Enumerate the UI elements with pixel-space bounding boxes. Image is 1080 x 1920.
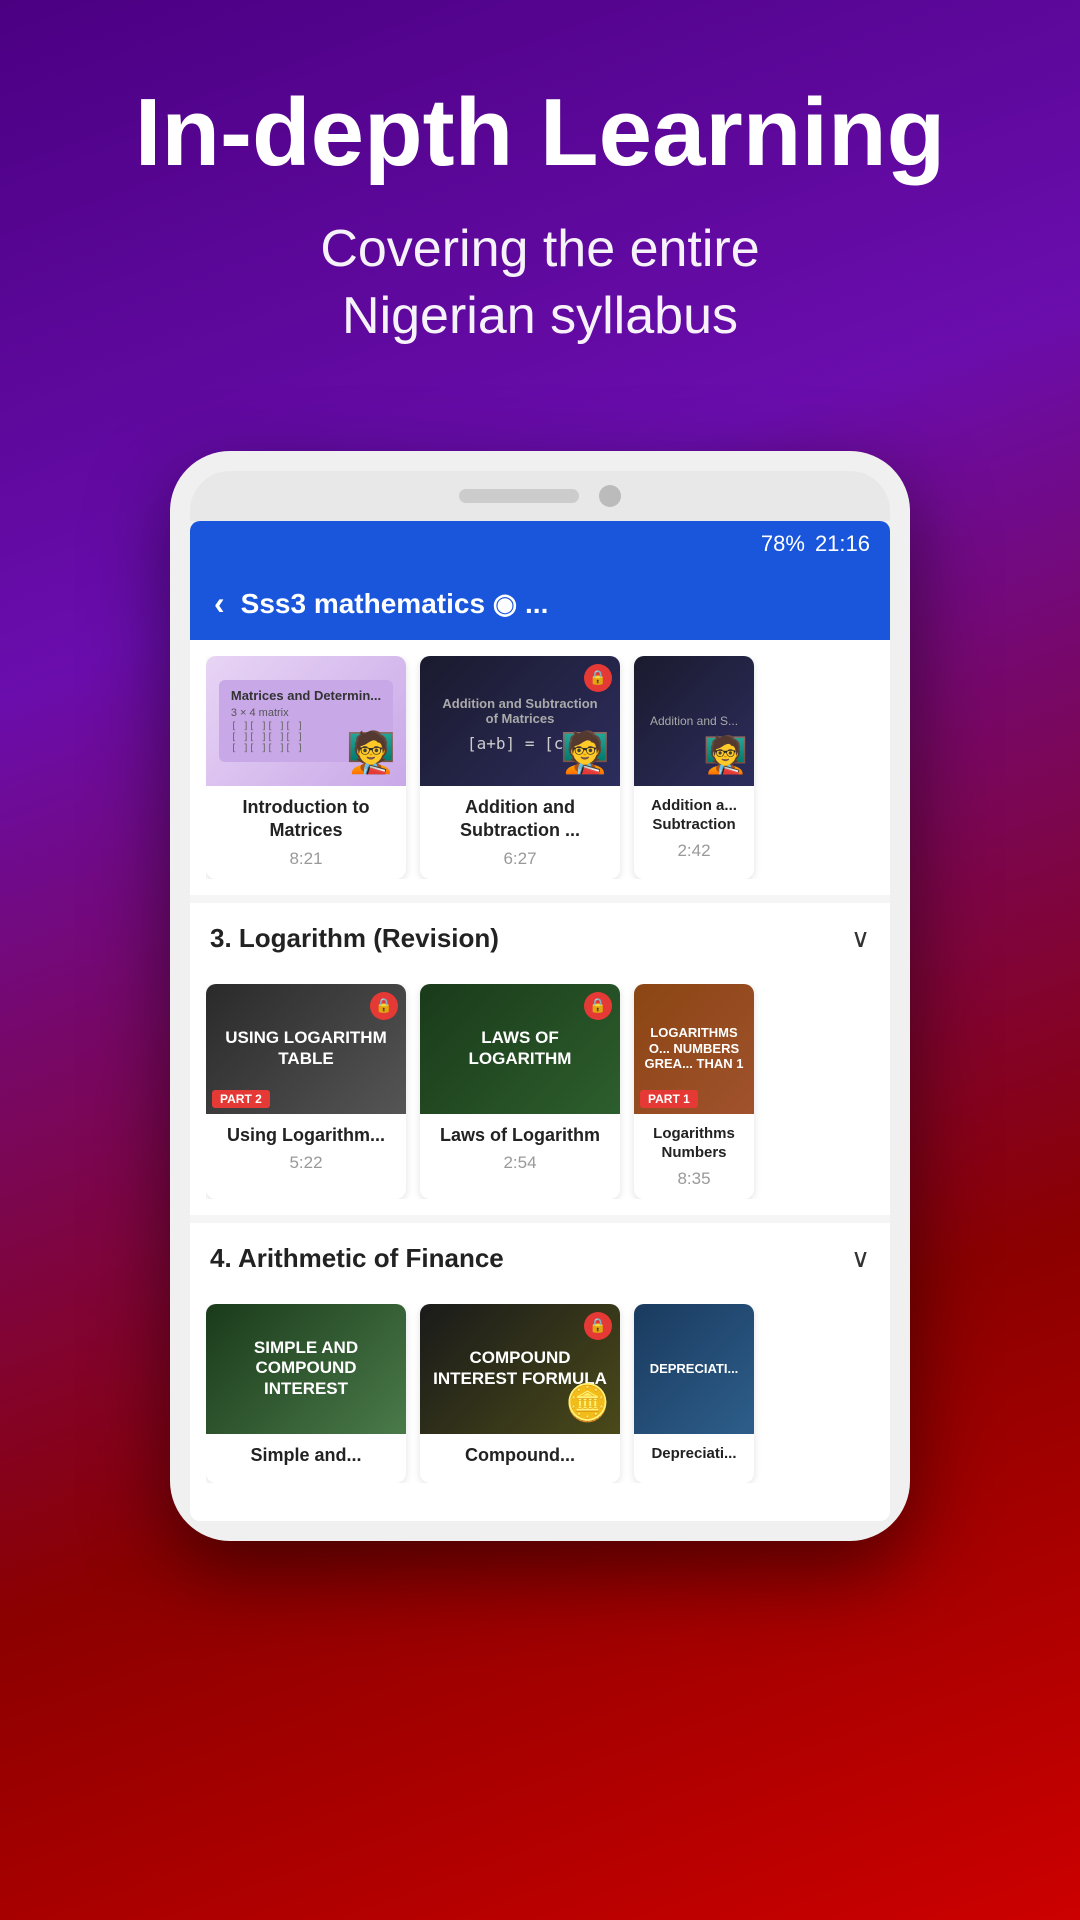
video-title-addition-2: Addition a... Subtraction	[646, 796, 742, 835]
thumb-text-depreciation: DEPRECIATI...	[642, 1353, 747, 1385]
video-title-intro-matrices: Introduction to Matrices	[218, 796, 394, 843]
phone-camera	[599, 485, 621, 507]
video-card-compound[interactable]: COMPOUND INTEREST FORMULA 🪙 🔒 Compound..…	[420, 1304, 620, 1483]
section-header-logarithm[interactable]: 3. Logarithm (Revision) ∨	[190, 895, 890, 968]
thumbnail-log-greater: LOGARITHMS O... NUMBERS GREA... THAN 1 P…	[634, 984, 754, 1114]
video-card-intro-matrices[interactable]: Matrices and Determin... 3 × 4 matrix [ …	[206, 656, 406, 879]
thumb-text-laws: LAWS OF LOGARITHM	[420, 1020, 620, 1077]
phone-notch	[190, 471, 890, 521]
video-info-addition-2: Addition a... Subtraction 2:42	[634, 786, 754, 871]
battery-status: 78%	[761, 531, 805, 557]
matrices-video-section: Matrices and Determin... 3 × 4 matrix [ …	[190, 640, 890, 895]
thumbnail-simple-compound: SIMPLE AND COMPOUND INTEREST	[206, 1304, 406, 1434]
time-status: 21:16	[815, 531, 870, 557]
nav-title: Sss3 mathematics ◉ ...	[241, 587, 866, 620]
logarithm-video-row: USING LOGARITHM TABLE 🔒 PART 2 Using Log…	[206, 984, 874, 1199]
video-card-log-greater[interactable]: LOGARITHMS O... NUMBERS GREA... THAN 1 P…	[634, 984, 754, 1199]
section-title-logarithm: 3. Logarithm (Revision)	[210, 923, 499, 954]
phone-mockup: 78% 21:16 ‹ Sss3 mathematics ◉ ... Ma	[0, 451, 1080, 1541]
video-title-compound: Compound...	[432, 1444, 608, 1467]
part-badge-using-log: PART 2	[212, 1090, 270, 1108]
video-duration-laws: 2:54	[432, 1153, 608, 1173]
video-info-compound: Compound...	[420, 1434, 620, 1483]
phone-speaker	[459, 489, 579, 503]
video-duration-addition: 6:27	[432, 849, 608, 869]
thumbnail-laws-log: LAWS OF LOGARITHM 🔒	[420, 984, 620, 1114]
video-duration-intro-matrices: 8:21	[218, 849, 394, 869]
video-card-depreciation[interactable]: DEPRECIATI... Depreciati...	[634, 1304, 754, 1483]
finance-video-section: SIMPLE AND COMPOUND INTEREST Simple and.…	[190, 1288, 890, 1499]
thumb-text-using-log: USING LOGARITHM TABLE	[206, 1020, 406, 1077]
video-card-addition-subtraction[interactable]: Addition and Subtractionof Matrices [a+b…	[420, 656, 620, 879]
depreciation-illustration: DEPRECIATI...	[634, 1304, 754, 1434]
video-title-laws: Laws of Logarithm	[432, 1124, 608, 1147]
back-button[interactable]: ‹	[214, 585, 225, 622]
video-title-log-greater: Logarithms Numbers	[646, 1124, 742, 1163]
video-card-using-log[interactable]: USING LOGARITHM TABLE 🔒 PART 2 Using Log…	[206, 984, 406, 1199]
video-card-addition-subtraction-2[interactable]: Addition and S... 🧑‍🏫 Addition a... Subt…	[634, 656, 754, 879]
video-title-using-log: Using Logarithm...	[218, 1124, 394, 1147]
video-info-laws: Laws of Logarithm 2:54	[420, 1114, 620, 1183]
lock-icon-using-log: 🔒	[370, 992, 398, 1020]
video-info-addition: Addition and Subtraction ... 6:27	[420, 786, 620, 879]
thumbnail-using-log: USING LOGARITHM TABLE 🔒 PART 2	[206, 984, 406, 1114]
nav-bar: ‹ Sss3 mathematics ◉ ...	[190, 567, 890, 640]
video-info-depreciation: Depreciati...	[634, 1434, 754, 1480]
section-header-finance[interactable]: 4. Arithmetic of Finance ∨	[190, 1215, 890, 1288]
section-title-finance: 4. Arithmetic of Finance	[210, 1243, 504, 1274]
hero-section: In-depth Learning Covering the entireNig…	[0, 0, 1080, 391]
logarithm-video-section: USING LOGARITHM TABLE 🔒 PART 2 Using Log…	[190, 968, 890, 1215]
video-info-using-log: Using Logarithm... 5:22	[206, 1114, 406, 1183]
matrices-illustration: Matrices and Determin... 3 × 4 matrix [ …	[206, 656, 406, 786]
chevron-logarithm[interactable]: ∨	[851, 923, 870, 954]
chevron-finance[interactable]: ∨	[851, 1243, 870, 1274]
part-badge-log-greater: PART 1	[640, 1090, 698, 1108]
thumbnail-addition-subtraction: Addition and Subtractionof Matrices [a+b…	[420, 656, 620, 786]
video-info-intro-matrices: Introduction to Matrices 8:21	[206, 786, 406, 879]
video-duration-addition-2: 2:42	[646, 841, 742, 861]
thumbnail-compound: COMPOUND INTEREST FORMULA 🪙 🔒	[420, 1304, 620, 1434]
finance-video-row: SIMPLE AND COMPOUND INTEREST Simple and.…	[206, 1304, 874, 1483]
status-bar: 78% 21:16	[190, 521, 890, 567]
hero-subtitle: Covering the entireNigerian syllabus	[60, 216, 1020, 351]
phone-frame: 78% 21:16 ‹ Sss3 mathematics ◉ ... Ma	[170, 451, 910, 1541]
video-duration-using-log: 5:22	[218, 1153, 394, 1173]
video-info-log-greater: Logarithms Numbers 8:35	[634, 1114, 754, 1199]
lock-icon-laws: 🔒	[584, 992, 612, 1020]
video-info-simple-compound: Simple and...	[206, 1434, 406, 1483]
lock-icon-compound: 🔒	[584, 1312, 612, 1340]
thumb-text-simple-compound: SIMPLE AND COMPOUND INTEREST	[206, 1330, 406, 1407]
thumb-text-log-greater: LOGARITHMS O... NUMBERS GREA... THAN 1	[634, 1017, 754, 1080]
video-card-laws-log[interactable]: LAWS OF LOGARITHM 🔒 Laws of Logarithm 2:…	[420, 984, 620, 1199]
video-title-simple-compound: Simple and...	[218, 1444, 394, 1467]
video-title-addition: Addition and Subtraction ...	[432, 796, 608, 843]
video-title-depreciation: Depreciati...	[646, 1444, 742, 1464]
phone-screen: 78% 21:16 ‹ Sss3 mathematics ◉ ... Ma	[190, 521, 890, 1521]
addition2-illustration: Addition and S... 🧑‍🏫	[634, 656, 754, 786]
thumbnail-depreciation: DEPRECIATI...	[634, 1304, 754, 1434]
thumbnail-intro-matrices: Matrices and Determin... 3 × 4 matrix [ …	[206, 656, 406, 786]
video-card-simple-compound[interactable]: SIMPLE AND COMPOUND INTEREST Simple and.…	[206, 1304, 406, 1483]
video-duration-log-greater: 8:35	[646, 1169, 742, 1189]
hero-title: In-depth Learning	[60, 80, 1020, 186]
thumbnail-addition-2: Addition and S... 🧑‍🏫	[634, 656, 754, 786]
matrices-video-row: Matrices and Determin... 3 × 4 matrix [ …	[206, 656, 874, 879]
simple-compound-illustration: SIMPLE AND COMPOUND INTEREST	[206, 1304, 406, 1434]
lock-icon-addition: 🔒	[584, 664, 612, 692]
